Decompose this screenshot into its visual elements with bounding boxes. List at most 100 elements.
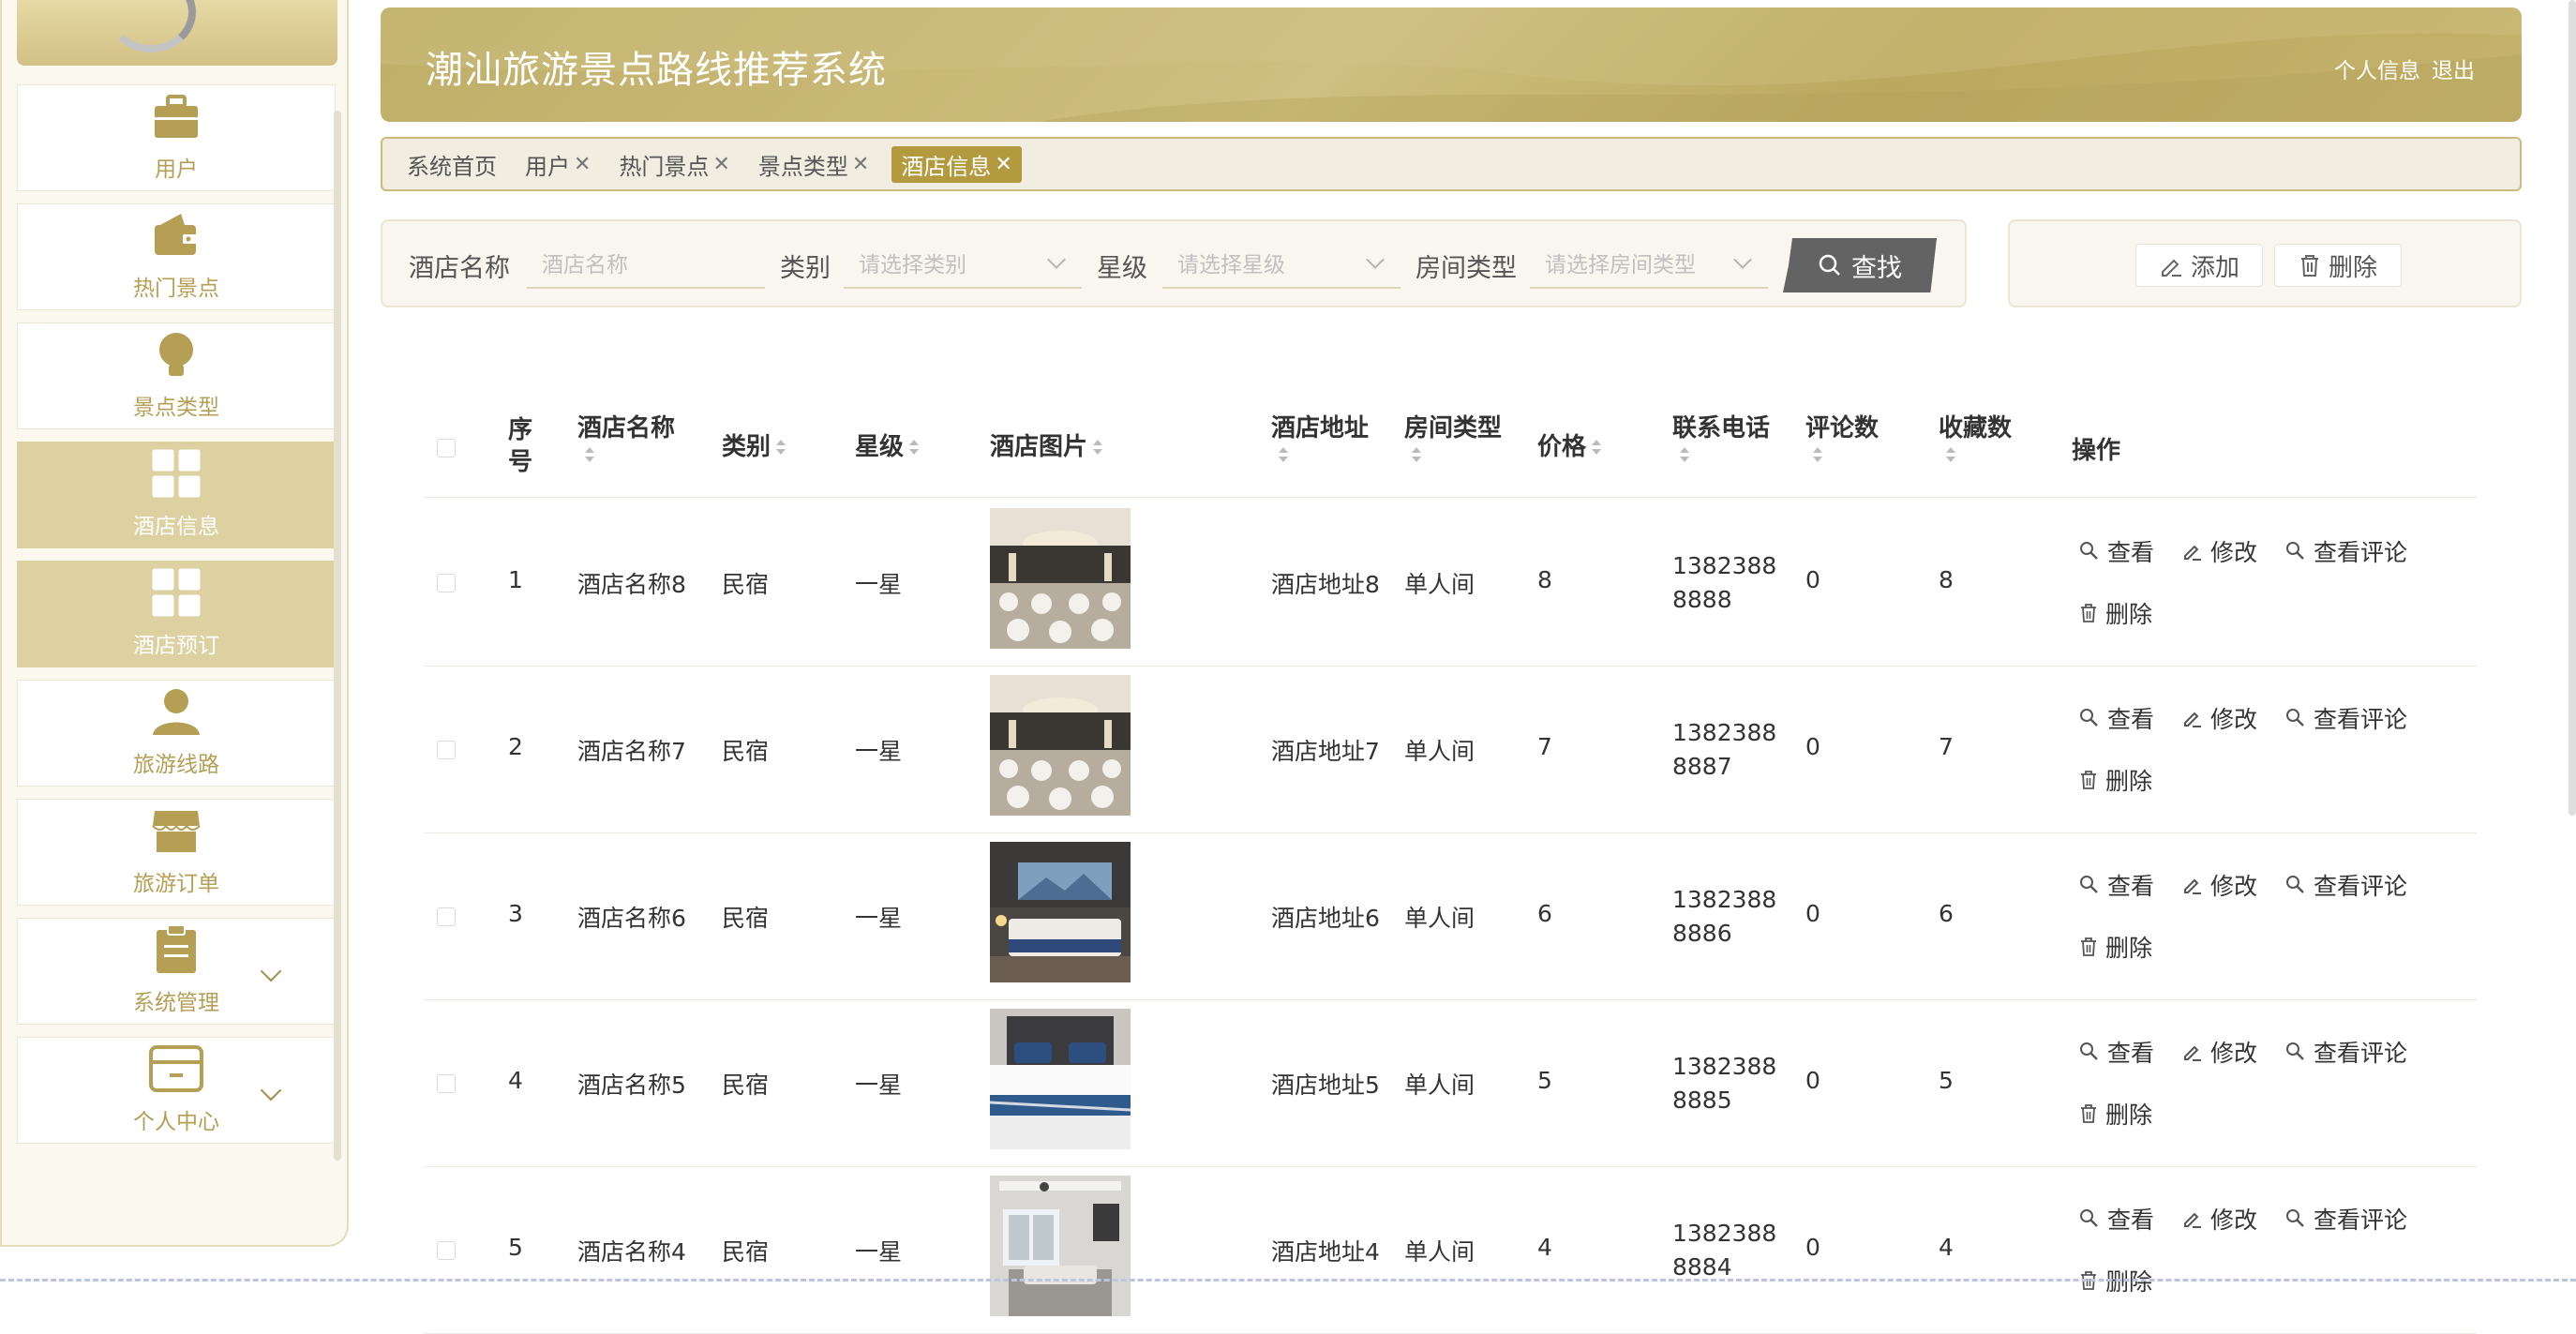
view-button[interactable]: 查看 (2079, 1202, 2154, 1236)
cell-star: 一星 (855, 905, 903, 932)
tab[interactable]: 酒店信息 ✕ (891, 145, 1022, 183)
col-phone[interactable]: 联系电话 (1672, 409, 1770, 464)
cell-room-type: 单人间 (1404, 571, 1475, 598)
sort-icon (1946, 447, 1955, 464)
hotel-name-input[interactable]: 酒店名称 (527, 242, 765, 289)
row-checkbox[interactable] (437, 907, 456, 926)
sidebar-scrollbar[interactable] (334, 111, 341, 1161)
star-select-placeholder: 请选择星级 (1177, 253, 1285, 277)
cell-phone: 1382388 8888 (1672, 549, 1776, 617)
row-delete-button-label: 删除 (2105, 768, 2153, 795)
view-button[interactable]: 查看 (2079, 1035, 2154, 1069)
view-comments-button-label: 查看评论 (2314, 1040, 2408, 1067)
col-category-label: 类别 (722, 433, 771, 461)
sidebar-item-label: 景点类型 (133, 396, 219, 420)
close-icon[interactable]: ✕ (574, 153, 591, 176)
row-checkbox[interactable] (437, 741, 456, 759)
add-button[interactable]: 添加 (2135, 244, 2263, 287)
cell-star: 一星 (855, 571, 903, 598)
edit-button[interactable]: 修改 (2182, 868, 2257, 902)
col-name[interactable]: 酒店名称 (577, 409, 675, 464)
cell-price: 7 (1537, 733, 1552, 760)
category-select[interactable]: 请选择类别 (844, 242, 1082, 289)
sidebar-item[interactable]: 系统管理 (17, 918, 336, 1025)
close-icon[interactable]: ✕ (995, 153, 1011, 176)
profile-link[interactable]: 个人信息 (2334, 59, 2420, 83)
delete-button[interactable]: 删除 (2274, 244, 2402, 287)
page-scrollbar[interactable] (2569, 0, 2576, 816)
cell-phone: 1382388 8887 (1672, 716, 1776, 784)
bottom-divider (0, 1279, 2576, 1282)
col-price[interactable]: 价格 (1537, 427, 1602, 462)
view-button[interactable]: 查看 (2079, 534, 2154, 568)
card-icon (147, 1040, 205, 1098)
cell-price: 5 (1537, 1067, 1552, 1094)
trash-icon (2300, 255, 2318, 277)
col-index: 序号 (508, 416, 533, 476)
sidebar-logo (17, 0, 337, 66)
cell-comments: 0 (1805, 733, 1820, 760)
tab[interactable]: 热门景点 ✕ (619, 148, 729, 181)
sidebar-item[interactable]: 酒店信息 (17, 442, 336, 548)
view-comments-button[interactable]: 查看评论 (2285, 1202, 2407, 1236)
col-image[interactable]: 酒店图片 (990, 427, 1103, 462)
view-comments-button[interactable]: 查看评论 (2285, 701, 2407, 735)
row-checkbox[interactable] (437, 1241, 456, 1260)
tab-label: 用户 (525, 153, 570, 180)
col-image-label: 酒店图片 (990, 433, 1088, 461)
search-icon (2285, 1208, 2314, 1229)
chevron-down-icon (1733, 250, 1752, 269)
search-icon (2079, 708, 2107, 728)
row-delete-button[interactable]: 删除 (2079, 1097, 2152, 1131)
sidebar-item[interactable]: 旅游线路 (17, 680, 336, 787)
search-button[interactable]: 查找 (1783, 238, 1937, 292)
search-button-label: 查找 (1851, 253, 1902, 283)
row-delete-button[interactable]: 删除 (2079, 763, 2152, 797)
tab[interactable]: 用户 ✕ (525, 148, 591, 181)
star-select[interactable]: 请选择星级 (1162, 242, 1400, 289)
chevron-down-icon (260, 1079, 282, 1102)
row-delete-button[interactable]: 删除 (2079, 930, 2152, 964)
col-room-type[interactable]: 房间类型 (1404, 409, 1502, 464)
col-category[interactable]: 类别 (722, 427, 786, 462)
cell-phone: 1382388 8884 (1672, 1217, 1776, 1284)
cell-category: 民宿 (722, 1238, 770, 1266)
add-button-label: 添加 (2190, 253, 2239, 282)
table-row: 3 酒店名称6 民宿 一星 酒店地址6 单人间 6 1382388 8886 0 6 查看 修改 查看评论… (424, 832, 2477, 1000)
room-type-select[interactable]: 请选择房间类型 (1530, 242, 1768, 289)
row-checkbox[interactable] (437, 1074, 456, 1093)
edit-button[interactable]: 修改 (2182, 701, 2257, 735)
col-star[interactable]: 星级 (855, 427, 920, 462)
sidebar-item[interactable]: 旅游订单 (17, 799, 336, 906)
sidebar-item[interactable]: 用户 (17, 84, 336, 191)
edit-button[interactable]: 修改 (2182, 1035, 2257, 1069)
table-row: 4 酒店名称5 民宿 一星 酒店地址5 单人间 5 1382388 8885 0 5 查看 修改 查看评论… (424, 999, 2477, 1167)
sidebar-item[interactable]: 酒店预订 (17, 561, 336, 667)
row-checkbox[interactable] (437, 574, 456, 592)
close-icon[interactable]: ✕ (852, 153, 869, 176)
sort-icon (909, 439, 920, 457)
row-delete-button[interactable]: 删除 (2079, 596, 2152, 630)
sidebar-item[interactable]: 个人中心 (17, 1037, 336, 1144)
hotel-image (990, 1176, 1131, 1316)
col-favorites[interactable]: 收藏数 (1939, 409, 2012, 464)
view-comments-button[interactable]: 查看评论 (2285, 868, 2407, 902)
sidebar-item[interactable]: 热门景点 (17, 203, 336, 310)
sidebar-item[interactable]: 景点类型 (17, 322, 336, 429)
tab[interactable]: 系统首页 (407, 148, 497, 181)
view-comments-button[interactable]: 查看评论 (2285, 534, 2407, 568)
user-icon (147, 682, 205, 741)
select-all-checkbox[interactable] (437, 439, 456, 457)
col-comments[interactable]: 评论数 (1805, 409, 1879, 464)
edit-button[interactable]: 修改 (2182, 1202, 2257, 1236)
tab[interactable]: 景点类型 ✕ (758, 148, 869, 181)
view-comments-button[interactable]: 查看评论 (2285, 1035, 2407, 1069)
tab-label: 酒店信息 (901, 153, 992, 180)
row-delete-button-label: 删除 (2105, 1102, 2153, 1129)
view-button[interactable]: 查看 (2079, 868, 2154, 902)
edit-button[interactable]: 修改 (2182, 534, 2257, 568)
logout-link[interactable]: 退出 (2432, 59, 2475, 83)
col-address[interactable]: 酒店地址 (1271, 409, 1369, 464)
close-icon[interactable]: ✕ (712, 153, 729, 176)
view-button[interactable]: 查看 (2079, 701, 2154, 735)
